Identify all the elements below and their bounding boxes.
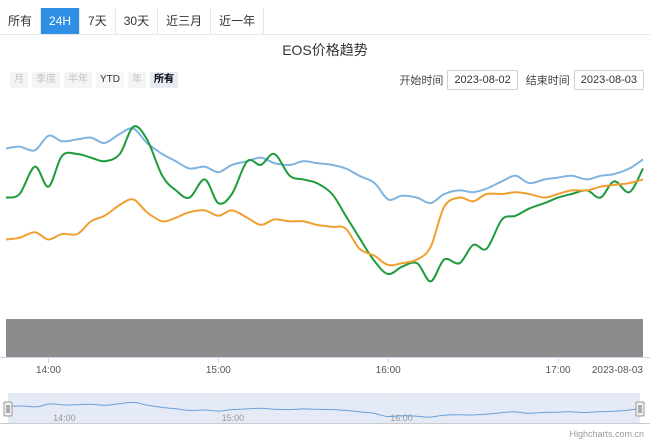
x-tick-label: 17:00 [546, 365, 571, 376]
navigator-tick-label: 16:00 [390, 413, 413, 423]
tab-1y[interactable]: 近一年 [211, 8, 265, 34]
series-line-0 [5, 127, 644, 205]
series-line-2 [5, 178, 644, 267]
navigator-tick-label: 15:00 [222, 413, 245, 423]
tab-24h[interactable]: 24H [41, 8, 81, 34]
chart-title: EOS价格趋势 [282, 42, 368, 58]
navigator-mask [8, 393, 640, 423]
tab-3m[interactable]: 近三月 [158, 8, 212, 34]
tabs-divider [0, 34, 650, 35]
range-button-half-year[interactable]: 半年 [64, 72, 92, 88]
start-date-label: 开始时间 [399, 75, 444, 87]
tab-7d[interactable]: 7天 [80, 8, 116, 34]
navigator-handle-right[interactable] [635, 401, 645, 417]
end-date-input[interactable]: 2023-08-03 [573, 70, 644, 90]
series-line-1 [5, 125, 644, 283]
volume-band [6, 319, 643, 357]
x-tick-label: 15:00 [206, 365, 231, 376]
range-button-all[interactable]: 所有 [150, 72, 178, 88]
x-tick-label-end: 2023-08-03 [592, 365, 644, 376]
credits: Highcharts.com.cn [569, 429, 644, 439]
x-tick-label: 14:00 [36, 365, 61, 376]
date-range: 开始时间 2023-08-02 结束时间 2023-08-03 [391, 70, 644, 90]
range-button-quarter[interactable]: 季度 [32, 72, 60, 88]
end-date-label: 结束时间 [525, 75, 570, 87]
price-chart: 14:00 15:00 16:00 17:00 2023-08-03 [0, 125, 650, 376]
range-button-month[interactable]: 月 [10, 72, 28, 88]
x-tick-label: 16:00 [376, 365, 401, 376]
navigator-handle-left[interactable] [3, 401, 13, 417]
range-button-year[interactable]: 年 [128, 72, 146, 88]
navigator[interactable]: 14:00 15:00 16:00 [0, 388, 650, 432]
start-date-input[interactable]: 2023-08-02 [447, 70, 518, 90]
range-selector: 月 季度 半年 YTD 年 所有 [10, 72, 178, 88]
period-tabs: 所有 24H 7天 30天 近三月 近一年 [0, 8, 265, 34]
tab-all[interactable]: 所有 [0, 8, 42, 34]
tab-30d[interactable]: 30天 [115, 8, 159, 34]
navigator-tick-label: 14:00 [53, 413, 76, 423]
range-button-ytd[interactable]: YTD [96, 72, 124, 88]
